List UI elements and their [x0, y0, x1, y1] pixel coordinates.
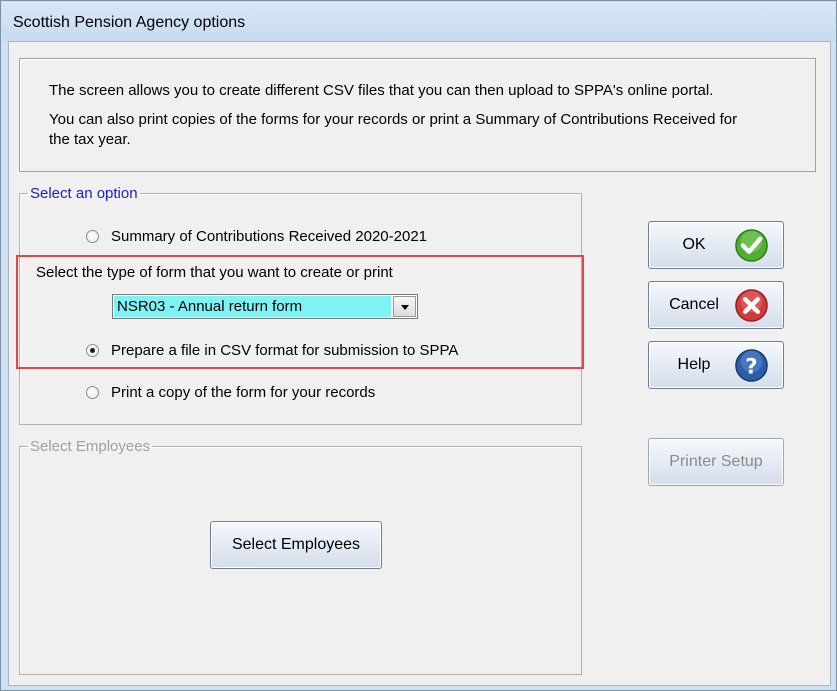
- ok-button-label: OK: [682, 236, 706, 253]
- form-type-highlight-box: [16, 255, 584, 369]
- info-text-line1: The screen allows you to create differen…: [49, 82, 714, 99]
- printer-setup-button[interactable]: Printer Setup: [648, 438, 784, 486]
- check-icon: [735, 229, 768, 262]
- info-panel: The screen allows you to create differen…: [19, 58, 816, 172]
- radio-print[interactable]: [86, 385, 99, 399]
- question-icon: ?: [735, 349, 768, 382]
- radio-summary-row[interactable]: Summary of Contributions Received 2020-2…: [86, 226, 427, 246]
- svg-text:?: ?: [745, 354, 757, 379]
- options-dialog: Scottish Pension Agency options The scre…: [0, 0, 837, 691]
- info-text-line3: the tax year.: [49, 131, 131, 148]
- title-bar: Scottish Pension Agency options: [2, 2, 835, 41]
- select-option-legend: Select an option: [30, 185, 138, 202]
- help-button[interactable]: Help ?: [648, 341, 784, 389]
- dialog-body: The screen allows you to create differen…: [8, 41, 831, 686]
- radio-summary[interactable]: [86, 229, 99, 243]
- window-title: Scottish Pension Agency options: [13, 14, 246, 31]
- radio-print-row[interactable]: Print a copy of the form for your record…: [86, 382, 375, 402]
- help-button-label: Help: [677, 356, 711, 373]
- info-text-line2: You can also print copies of the forms f…: [49, 111, 738, 128]
- select-employees-legend: Select Employees: [30, 438, 151, 455]
- cancel-button-label: Cancel: [669, 296, 719, 313]
- ok-button[interactable]: OK: [648, 221, 784, 269]
- select-employees-button[interactable]: Select Employees: [210, 521, 382, 569]
- radio-print-label: Print a copy of the form for your record…: [111, 383, 376, 401]
- radio-summary-label: Summary of Contributions Received 2020-2…: [111, 227, 428, 245]
- x-icon: [735, 289, 768, 322]
- cancel-button[interactable]: Cancel: [648, 281, 784, 329]
